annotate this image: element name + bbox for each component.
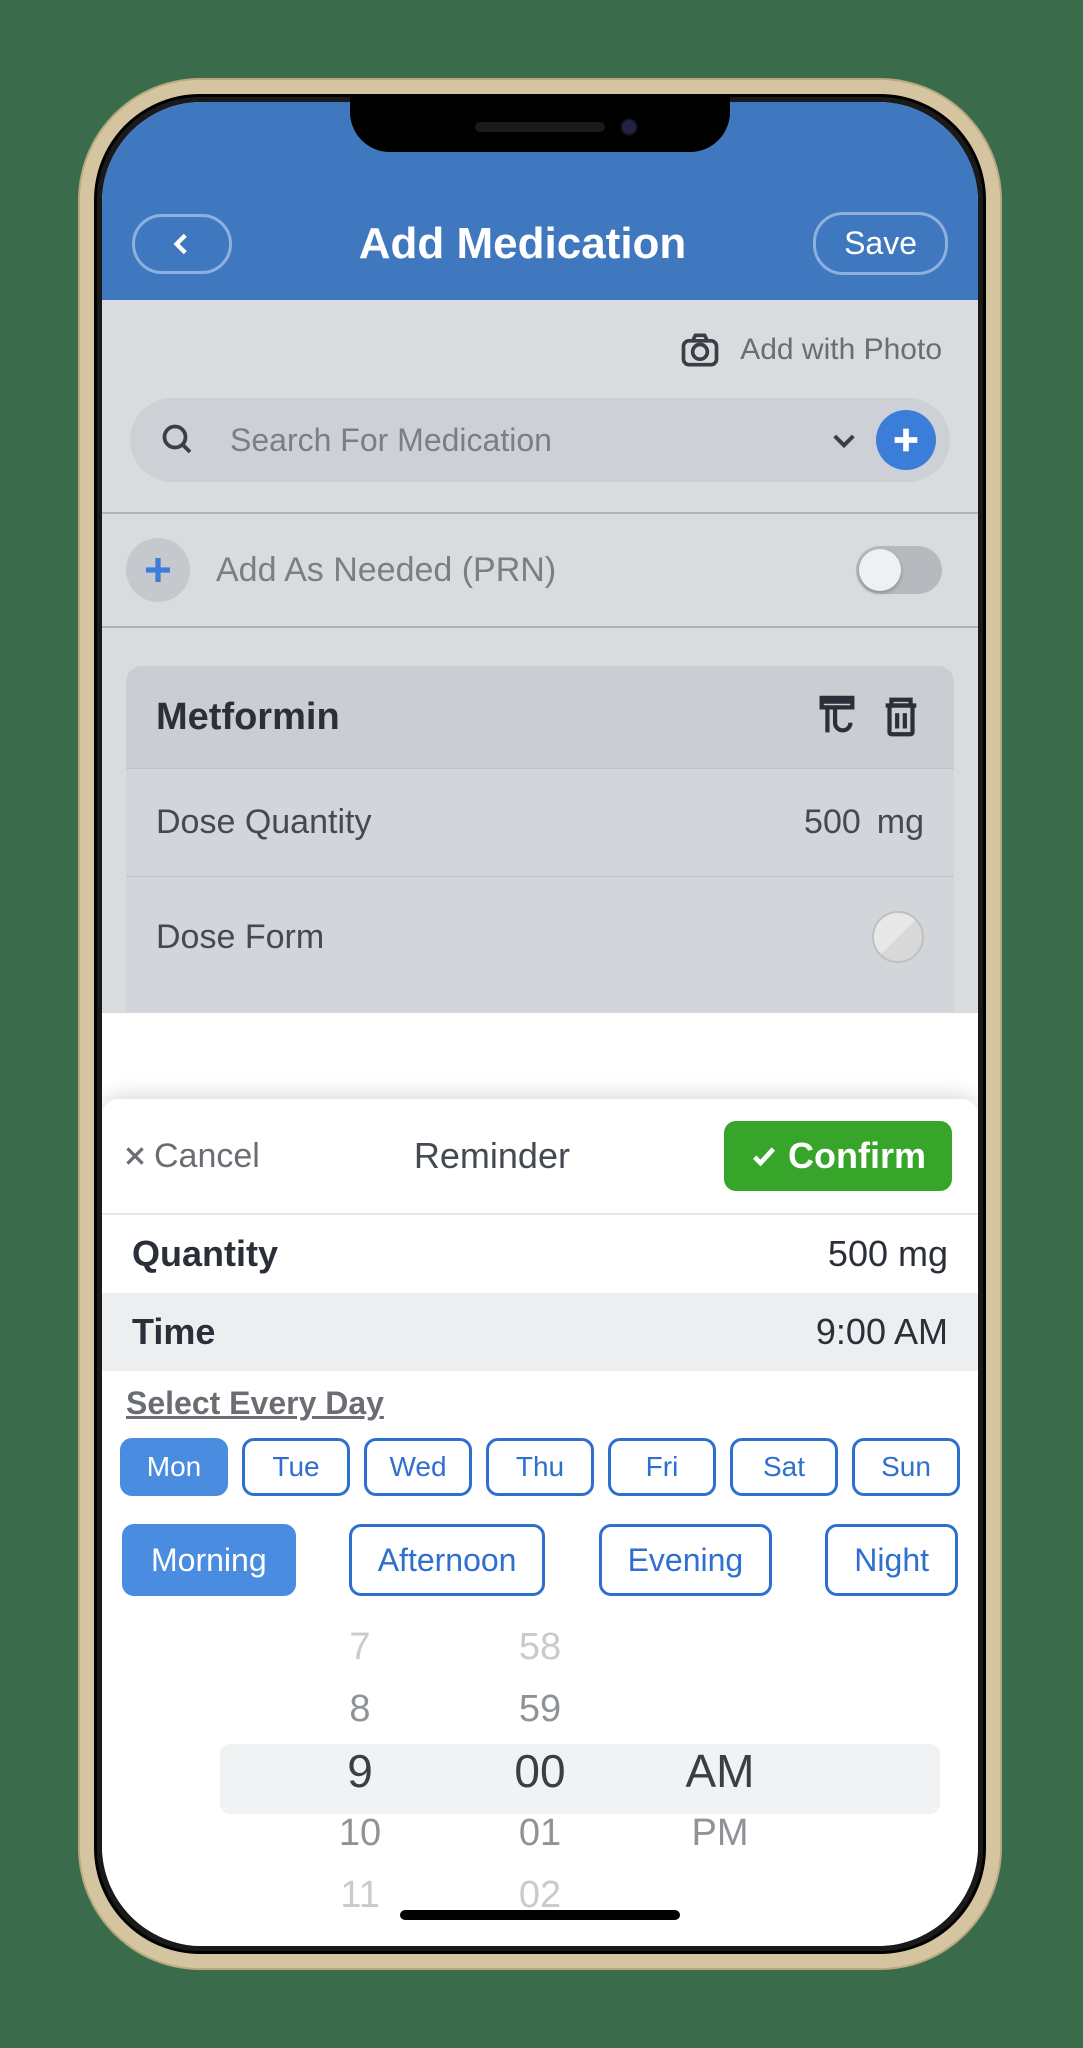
day-fri[interactable]: Fri: [608, 1438, 716, 1496]
time-row[interactable]: Time 9:00 AM: [102, 1293, 978, 1371]
add-with-photo-label: Add with Photo: [740, 333, 942, 367]
chevron-left-icon: [169, 231, 195, 257]
daypart-morning[interactable]: Morning: [122, 1524, 296, 1596]
rx-bottle-icon[interactable]: [814, 694, 860, 740]
plus-icon: [140, 552, 176, 588]
time-value: 9:00 AM: [816, 1311, 948, 1353]
select-every-day-link[interactable]: Select Every Day: [102, 1371, 978, 1422]
day-mon[interactable]: Mon: [120, 1438, 228, 1496]
chevron-down-icon[interactable]: [828, 424, 860, 456]
period-wheel[interactable]: AMPM: [660, 1616, 780, 1926]
dose-quantity-row[interactable]: Dose Quantity 500 mg: [126, 768, 954, 876]
home-indicator[interactable]: [400, 1910, 680, 1920]
daypart-afternoon[interactable]: Afternoon: [349, 1524, 546, 1596]
reminder-sheet: Cancel Reminder Confirm Quantity 500 mg …: [102, 1099, 978, 1946]
content-area: Add with Photo Search For Medication Add…: [102, 300, 978, 1013]
confirm-button[interactable]: Confirm: [724, 1121, 952, 1191]
quantity-value: 500 mg: [828, 1233, 948, 1275]
close-icon: [122, 1143, 148, 1169]
daypart-night[interactable]: Night: [825, 1524, 958, 1596]
save-button[interactable]: Save: [813, 212, 948, 275]
dose-quantity-label: Dose Quantity: [156, 803, 804, 842]
dose-form-row[interactable]: Dose Form: [126, 876, 954, 1013]
day-tue[interactable]: Tue: [242, 1438, 350, 1496]
back-button[interactable]: [132, 214, 232, 274]
day-sat[interactable]: Sat: [730, 1438, 838, 1496]
pill-icon: [872, 911, 924, 963]
day-wed[interactable]: Wed: [364, 1438, 472, 1496]
prn-add-button[interactable]: [126, 538, 190, 602]
dose-quantity-unit: mg: [877, 803, 924, 842]
time-picker[interactable]: 7891011 5859000102 AMPM: [102, 1616, 978, 1946]
dose-quantity-value: 500: [804, 803, 861, 842]
add-medication-button[interactable]: [876, 410, 936, 470]
camera-icon: [678, 328, 722, 372]
search-medication-field[interactable]: Search For Medication: [130, 398, 950, 482]
hour-wheel[interactable]: 7891011: [300, 1616, 420, 1926]
search-placeholder: Search For Medication: [230, 422, 828, 459]
medication-card: Metformin Dose Quantity 500 mg Dose Form: [126, 666, 954, 1013]
plus-icon: [889, 423, 923, 457]
day-sun[interactable]: Sun: [852, 1438, 960, 1496]
add-prn-row: Add As Needed (PRN): [102, 512, 978, 628]
dose-form-label: Dose Form: [156, 918, 872, 957]
cancel-label: Cancel: [154, 1137, 260, 1176]
confirm-label: Confirm: [788, 1135, 926, 1177]
select-every-day-label: Select Every Day: [126, 1385, 384, 1421]
quantity-label: Quantity: [132, 1233, 278, 1275]
check-icon: [750, 1142, 778, 1170]
prn-label: Add As Needed (PRN): [216, 551, 830, 590]
dayparts-group: Morning Afternoon Evening Night: [102, 1496, 978, 1596]
day-thu[interactable]: Thu: [486, 1438, 594, 1496]
daypart-evening[interactable]: Evening: [599, 1524, 773, 1596]
days-group: MonTueWedThuFriSatSun: [102, 1422, 978, 1496]
medication-name: Metformin: [156, 696, 796, 739]
minute-wheel[interactable]: 5859000102: [480, 1616, 600, 1926]
cancel-button[interactable]: Cancel: [122, 1137, 260, 1176]
search-icon: [160, 422, 196, 458]
time-label: Time: [132, 1311, 215, 1353]
prn-toggle[interactable]: [856, 546, 942, 594]
add-with-photo-button[interactable]: Add with Photo: [102, 300, 978, 386]
quantity-row[interactable]: Quantity 500 mg: [102, 1215, 978, 1293]
trash-icon[interactable]: [878, 694, 924, 740]
page-title: Add Medication: [359, 219, 687, 269]
sheet-title: Reminder: [414, 1135, 570, 1177]
